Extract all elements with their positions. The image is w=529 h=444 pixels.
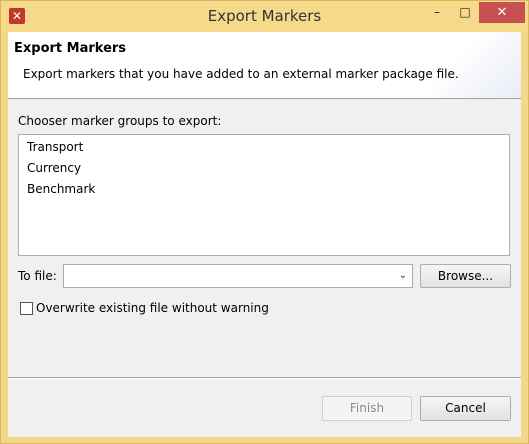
finish-button[interactable]: Finish bbox=[322, 396, 412, 421]
to-file-input[interactable] bbox=[64, 265, 392, 287]
chevron-down-icon[interactable]: ⌄ bbox=[396, 268, 410, 284]
close-button[interactable]: ✕ bbox=[479, 2, 525, 23]
wizard-banner: Export Markers Export markers that you h… bbox=[8, 32, 521, 99]
footer-separator bbox=[8, 377, 521, 379]
title-bar[interactable]: ✕ Export Markers – □ ✕ bbox=[1, 1, 528, 32]
cancel-button[interactable]: Cancel bbox=[420, 396, 511, 421]
marker-groups-list[interactable]: Transport Currency Benchmark bbox=[18, 134, 510, 256]
dialog-body: Export Markers Export markers that you h… bbox=[8, 32, 521, 437]
banner-title: Export Markers bbox=[14, 41, 127, 56]
to-file-combo[interactable]: ⌄ bbox=[63, 264, 413, 288]
to-file-label: To file: bbox=[18, 269, 57, 283]
marker-groups-label: Chooser marker groups to export: bbox=[18, 114, 222, 128]
list-item-transport[interactable]: Transport bbox=[27, 140, 83, 154]
export-markers-window: ✕ Export Markers – □ ✕ Export Markers Ex… bbox=[0, 0, 529, 444]
banner-description: Export markers that you have added to an… bbox=[23, 67, 459, 81]
browse-button[interactable]: Browse... bbox=[420, 264, 511, 288]
maximize-button[interactable]: □ bbox=[451, 2, 479, 23]
list-item-benchmark[interactable]: Benchmark bbox=[27, 182, 95, 196]
banner-decoration bbox=[431, 32, 521, 98]
overwrite-checkbox[interactable] bbox=[20, 302, 33, 315]
list-item-currency[interactable]: Currency bbox=[27, 161, 81, 175]
minimize-button[interactable]: – bbox=[423, 2, 451, 23]
overwrite-label[interactable]: Overwrite existing file without warning bbox=[36, 301, 269, 315]
